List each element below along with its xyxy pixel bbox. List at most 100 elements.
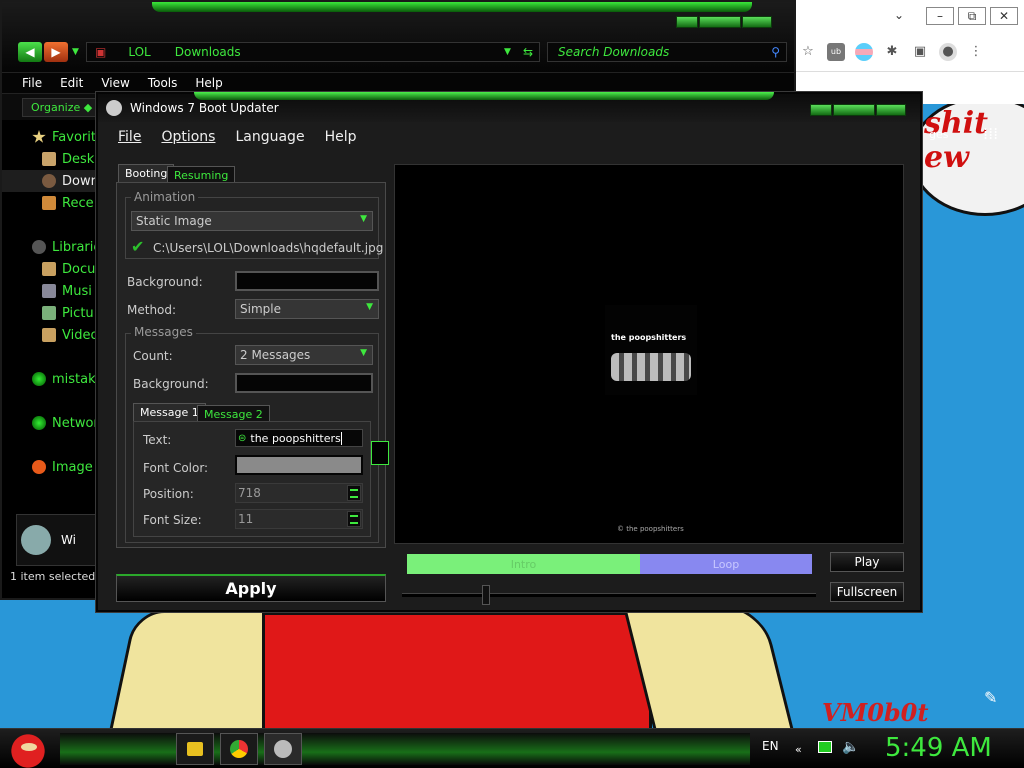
close-button[interactable]: ✕ (990, 7, 1018, 25)
play-button[interactable]: Play (830, 552, 904, 572)
apps-grid-icon[interactable]: ⁞⁞⁞ (983, 124, 998, 143)
ublock-icon[interactable]: ub (827, 42, 845, 61)
close-button[interactable] (876, 104, 906, 116)
taskbar-boot-updater[interactable] (264, 733, 302, 765)
text-input[interactable]: ⊜ the poopshitters (235, 429, 363, 447)
font-size-label: Font Size: (143, 513, 202, 527)
sidebar-item-favorites[interactable]: Favorite (32, 126, 98, 148)
stepper-arrows-icon[interactable] (347, 511, 361, 527)
font-size-stepper[interactable]: 11 (235, 509, 363, 529)
image-path[interactable]: C:\Users\LOL\Downloads\hqdefault.jpg (153, 241, 383, 255)
msg-background-color-box[interactable] (235, 373, 373, 393)
menu-help[interactable]: Help (325, 129, 357, 145)
menu-options[interactable]: Options (161, 129, 215, 145)
bookmark-star-icon[interactable]: ☆ (799, 43, 817, 61)
extension-flag-icon[interactable] (855, 42, 873, 61)
tab-booting[interactable]: Booting (118, 164, 175, 182)
text-label: Text: (143, 433, 172, 447)
animation-progress[interactable]: Intro Loop (407, 554, 812, 574)
sidebar-item-image[interactable]: Image (32, 456, 98, 478)
menu-help[interactable]: Help (195, 76, 222, 90)
font-color-label: Font Color: (143, 461, 209, 475)
star-icon (32, 130, 46, 143)
menu-tools[interactable]: Tools (148, 76, 178, 90)
file-thumbnail-icon (21, 525, 51, 555)
sidebar-item-drive[interactable]: mistak (32, 368, 98, 390)
menu-view[interactable]: View (101, 76, 129, 90)
volume-icon[interactable]: 🔈 (842, 739, 859, 755)
chevron-down-icon[interactable]: ⌄ (894, 7, 904, 25)
stepper-arrows-icon[interactable] (347, 485, 361, 501)
boot-preview: the poopshitters © the poopshitters (394, 164, 904, 544)
maximize-button[interactable] (699, 16, 741, 28)
taskbar-chrome[interactable] (220, 733, 258, 765)
language-indicator[interactable]: EN (762, 739, 779, 753)
profile-icon[interactable]: ● (939, 42, 957, 61)
search-input[interactable]: Search Downloads ⚲ (547, 42, 787, 62)
back-button[interactable]: ◀ (18, 42, 42, 62)
tray-arrow-icon[interactable]: « (795, 743, 802, 756)
start-button[interactable] (8, 729, 48, 768)
background-label: Background: (127, 275, 203, 289)
animation-type-select[interactable]: Static Image ▼ (131, 211, 373, 231)
sidebar-item-libraries[interactable]: Librarie (32, 236, 98, 258)
method-select[interactable]: Simple ▼ (235, 299, 379, 319)
recent-icon (42, 196, 56, 210)
chrome-titlebar: ⌄ – ⧉ ✕ (791, 0, 1024, 32)
music-icon (42, 284, 56, 298)
maximize-button[interactable] (833, 104, 875, 116)
sidebar-label: Video (62, 327, 98, 343)
font-color-swatch[interactable] (235, 455, 363, 475)
splitter-handle[interactable] (371, 441, 389, 465)
slider-thumb[interactable] (482, 585, 490, 605)
minimize-button[interactable]: – (926, 7, 954, 25)
address-bar[interactable]: ▣ LOL Downloads ▼ ⇆ (86, 42, 540, 62)
fullscreen-button[interactable]: Fullscreen (830, 582, 904, 602)
breadcrumb-lol[interactable]: LOL (128, 45, 150, 59)
menu-icon[interactable]: ⋮ (967, 43, 985, 61)
font-size-value: 11 (238, 512, 254, 526)
forward-button[interactable]: ▶ (44, 42, 68, 62)
progress-intro: Intro (407, 554, 640, 574)
sidebar-item-documents[interactable]: Docu (42, 258, 98, 280)
minimize-button[interactable] (676, 16, 698, 28)
menu-file[interactable]: File (22, 76, 42, 90)
sidebar-item-network[interactable]: Networ (32, 412, 98, 434)
position-stepper[interactable]: 718 (235, 483, 363, 503)
tab-message-1[interactable]: Message 1 (133, 403, 206, 421)
sidebar-item-desktop[interactable]: Desk (42, 148, 98, 170)
close-button[interactable] (742, 16, 772, 28)
background-color-box[interactable] (235, 271, 379, 291)
tray-network-icon[interactable] (818, 741, 832, 753)
organize-button[interactable]: Organize ◆ (22, 97, 102, 117)
sidebar-item-pictures[interactable]: Pictu (42, 302, 98, 324)
clock[interactable]: 5:49 AM (885, 733, 992, 763)
explorer-menubar: File Edit View Tools Help (2, 72, 794, 94)
sidebar-item-music[interactable]: Musi (42, 280, 98, 302)
sidepanel-icon[interactable]: ▣ (911, 43, 929, 61)
recent-pages-icon[interactable]: ▼ (72, 47, 79, 57)
app-icon (106, 100, 122, 116)
frame-slider[interactable] (402, 585, 816, 605)
minimize-button[interactable] (810, 104, 832, 116)
taskbar-explorer[interactable] (176, 733, 214, 765)
search-icon[interactable]: ⚲ (771, 45, 780, 59)
restore-button[interactable]: ⧉ (958, 7, 986, 25)
chevron-down-icon: ▼ (360, 348, 367, 358)
titlebar-glow (152, 2, 752, 12)
menu-file[interactable]: File (118, 129, 141, 145)
puzzle-icon[interactable]: ✱ (883, 43, 901, 61)
count-select[interactable]: 2 Messages ▼ (235, 345, 373, 365)
apply-button[interactable]: Apply (116, 574, 386, 602)
pencil-icon[interactable]: ✎ (984, 688, 997, 707)
menu-language[interactable]: Language (235, 129, 304, 145)
sidebar-item-downloads[interactable]: Down (2, 170, 98, 192)
address-dropdown-icon[interactable]: ▼ (504, 47, 511, 57)
refresh-icon[interactable]: ⇆ (523, 45, 533, 59)
sidebar-item-videos[interactable]: Video (42, 324, 98, 346)
breadcrumb-downloads[interactable]: Downloads (175, 45, 241, 59)
sidebar-item-recent[interactable]: Rece (42, 192, 98, 214)
menu-edit[interactable]: Edit (60, 76, 83, 90)
